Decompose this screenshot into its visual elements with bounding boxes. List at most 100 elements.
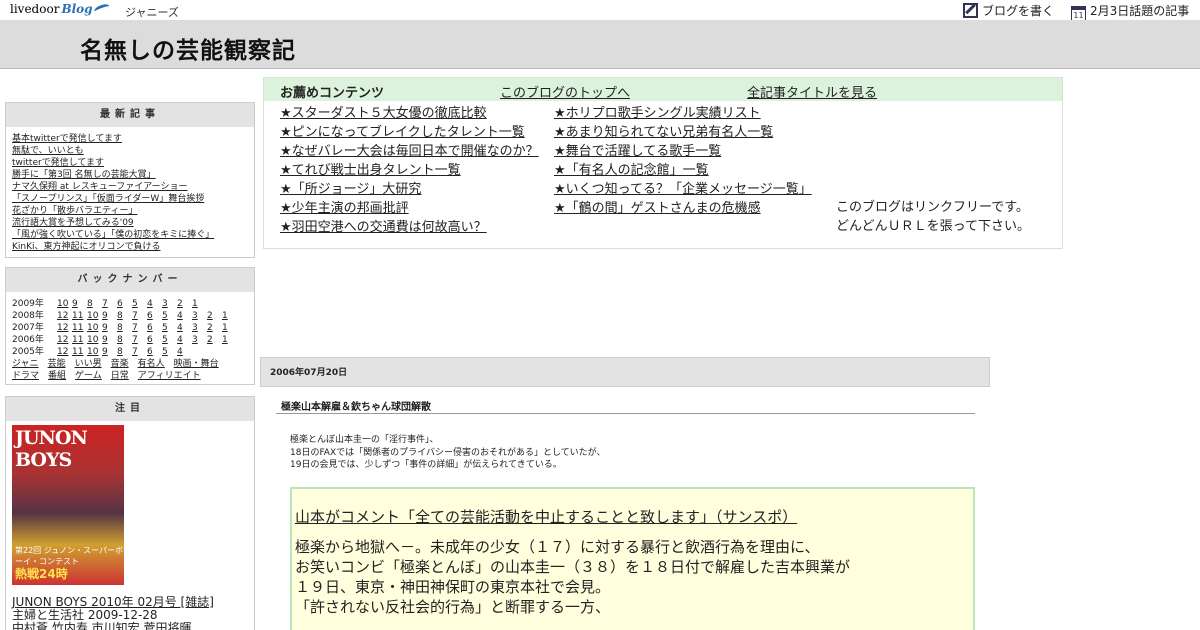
- back-number-month-link[interactable]: 9: [102, 310, 117, 322]
- back-number-month-link[interactable]: 8: [117, 322, 132, 334]
- back-number-month-link[interactable]: 10: [87, 322, 102, 334]
- category-link[interactable]: 芸能: [48, 359, 66, 369]
- back-number-month-link[interactable]: 9: [102, 346, 117, 358]
- category-link[interactable]: いい男: [75, 359, 102, 369]
- recommended-link[interactable]: ★ピンになってブレイクしたタレント一覧: [280, 123, 539, 142]
- back-number-month-link[interactable]: 12: [57, 346, 72, 358]
- list-item[interactable]: twitterで発信してます: [12, 157, 254, 169]
- list-item[interactable]: 「スノープリンス」「仮面ライダーW」舞台挨拶: [12, 193, 254, 205]
- back-number-month-link[interactable]: 1: [222, 310, 237, 322]
- back-number-month-link[interactable]: 7: [132, 322, 147, 334]
- back-number-month-link[interactable]: 6: [147, 322, 162, 334]
- recommended-link[interactable]: ★なぜバレー大会は毎回日本で開催なのか？: [280, 142, 539, 161]
- back-number-month-link[interactable]: 12: [57, 334, 72, 346]
- back-number-month-link[interactable]: 6: [147, 346, 162, 358]
- back-number-month-link[interactable]: 11: [72, 310, 87, 322]
- list-item[interactable]: 基本twitterで発信してます: [12, 133, 254, 145]
- genre-link[interactable]: ジャニーズ: [125, 4, 179, 20]
- back-number-month-link[interactable]: 3: [192, 334, 207, 346]
- back-number-month-link[interactable]: 3: [192, 310, 207, 322]
- write-blog-link[interactable]: ブログを書く: [963, 2, 1054, 19]
- back-number-month-link[interactable]: 11: [72, 346, 87, 358]
- back-number-month-link[interactable]: 4: [177, 310, 192, 322]
- back-number-month-link[interactable]: 7: [132, 334, 147, 346]
- back-number-month-link[interactable]: 10: [57, 298, 72, 310]
- back-number-month-link[interactable]: 8: [87, 298, 102, 310]
- news-source-link[interactable]: 山本がコメント「全ての芸能活動を中止することと致します」（サンスポ）: [295, 507, 973, 527]
- back-number-month-link[interactable]: 3: [192, 322, 207, 334]
- back-number-month-link[interactable]: 4: [177, 346, 192, 358]
- back-number-month-link[interactable]: 7: [132, 346, 147, 358]
- category-link[interactable]: 番組: [48, 371, 66, 381]
- back-number-month-link[interactable]: 8: [117, 310, 132, 322]
- back-number-month-link[interactable]: 9: [72, 298, 87, 310]
- recommended-link[interactable]: ★あまり知られてない兄弟有名人一覧: [554, 123, 812, 142]
- back-number-month-link[interactable]: 5: [162, 346, 177, 358]
- category-link[interactable]: 音楽: [111, 359, 129, 369]
- back-number-month-link[interactable]: 12: [57, 310, 72, 322]
- list-item[interactable]: ナマ久保翔 at レスキューファイアーショー: [12, 181, 254, 193]
- recommended-link[interactable]: ★ホリプロ歌手シングル実績リスト: [554, 104, 812, 123]
- back-number-month-link[interactable]: 3: [162, 298, 177, 310]
- back-number-month-link[interactable]: 7: [132, 310, 147, 322]
- back-number-month-link[interactable]: 10: [87, 334, 102, 346]
- back-number-month-link[interactable]: 12: [57, 322, 72, 334]
- category-link[interactable]: アフィリエイト: [138, 371, 201, 381]
- list-item[interactable]: 花ざかり「散歩バラエティー」: [12, 205, 254, 217]
- back-number-month-link[interactable]: 8: [117, 346, 132, 358]
- category-link[interactable]: ドラマ: [12, 371, 39, 381]
- back-number-month-link[interactable]: 5: [162, 334, 177, 346]
- back-number-month-link[interactable]: 2: [207, 310, 222, 322]
- recommended-link[interactable]: ★羽田空港への交通費は何故高い？: [280, 218, 539, 237]
- list-item[interactable]: 無駄で、いいとも: [12, 145, 254, 157]
- back-number-month-link[interactable]: 4: [177, 322, 192, 334]
- back-number-month-link[interactable]: 1: [192, 298, 207, 310]
- back-number-month-link[interactable]: 4: [177, 334, 192, 346]
- category-link[interactable]: ジャニ: [12, 359, 39, 369]
- back-number-month-link[interactable]: 2: [207, 334, 222, 346]
- cover-title: JUNON BOYS: [15, 427, 88, 471]
- back-number-month-link[interactable]: 6: [147, 310, 162, 322]
- topic-articles-link[interactable]: 11 2月3日話題の記事: [1071, 2, 1189, 22]
- list-item[interactable]: KinKi、東方神起にオリコンで負ける: [12, 241, 254, 253]
- post-title[interactable]: 極楽山本解雇＆欽ちゃん球団解散: [276, 398, 975, 414]
- livedoor-blog-logo[interactable]: livedoor Blog: [10, 2, 111, 16]
- recommended-link[interactable]: ★「鶴の間」ゲストさんまの危機感: [554, 199, 812, 218]
- recommended-link[interactable]: ★いくつ知ってる？「企業メッセージ一覧」: [554, 180, 812, 199]
- back-number-month-link[interactable]: 5: [162, 310, 177, 322]
- recommended-link[interactable]: ★舞台で活躍してる歌手一覧: [554, 142, 812, 161]
- back-number-month-link[interactable]: 6: [147, 334, 162, 346]
- back-number-month-link[interactable]: 10: [87, 310, 102, 322]
- back-number-month-link[interactable]: 7: [102, 298, 117, 310]
- back-number-month-link[interactable]: 5: [162, 322, 177, 334]
- magazine-cover-image[interactable]: JUNON BOYS 第22回 ジュノン・スーパーボーイ・コンテスト 熱戦24時: [12, 425, 124, 585]
- back-number-month-link[interactable]: 1: [222, 334, 237, 346]
- recommended-link[interactable]: ★「所ジョージ」大研究: [280, 180, 539, 199]
- back-number-month-link[interactable]: 6: [117, 298, 132, 310]
- back-number-month-link[interactable]: 10: [87, 346, 102, 358]
- back-number-month-link[interactable]: 9: [102, 334, 117, 346]
- blog-title[interactable]: 名無しの芸能観察記: [80, 31, 296, 65]
- list-item[interactable]: 流行語大賞を予想してみる'09: [12, 217, 254, 229]
- category-link[interactable]: 日常: [111, 371, 129, 381]
- category-link[interactable]: 映画・舞台: [174, 359, 219, 369]
- recommended-link[interactable]: ★スターダスト５大女優の徹底比較: [280, 104, 539, 123]
- all-titles-link[interactable]: 全記事タイトルを見る: [747, 82, 877, 101]
- back-number-month-link[interactable]: 4: [147, 298, 162, 310]
- recommended-link[interactable]: ★少年主演の邦画批評: [280, 199, 539, 218]
- back-number-month-link[interactable]: 2: [177, 298, 192, 310]
- blog-top-link[interactable]: このブログのトップへ: [500, 82, 630, 101]
- category-link[interactable]: ゲーム: [75, 371, 102, 381]
- back-number-month-link[interactable]: 8: [117, 334, 132, 346]
- back-number-month-link[interactable]: 2: [207, 322, 222, 334]
- recommended-link[interactable]: ★てれび戦士出身タレント一覧: [280, 161, 539, 180]
- recommended-link[interactable]: ★「有名人の記念館」一覧: [554, 161, 812, 180]
- list-item[interactable]: 「風が強く吹いている」「僕の初恋をキミに捧ぐ」: [12, 229, 254, 241]
- list-item[interactable]: 勝手に「第3回 名無しの芸能大賞」: [12, 169, 254, 181]
- back-number-month-link[interactable]: 1: [222, 322, 237, 334]
- back-number-month-link[interactable]: 11: [72, 322, 87, 334]
- back-number-month-link[interactable]: 11: [72, 334, 87, 346]
- category-link[interactable]: 有名人: [138, 359, 165, 369]
- back-number-month-link[interactable]: 9: [102, 322, 117, 334]
- back-number-month-link[interactable]: 5: [132, 298, 147, 310]
